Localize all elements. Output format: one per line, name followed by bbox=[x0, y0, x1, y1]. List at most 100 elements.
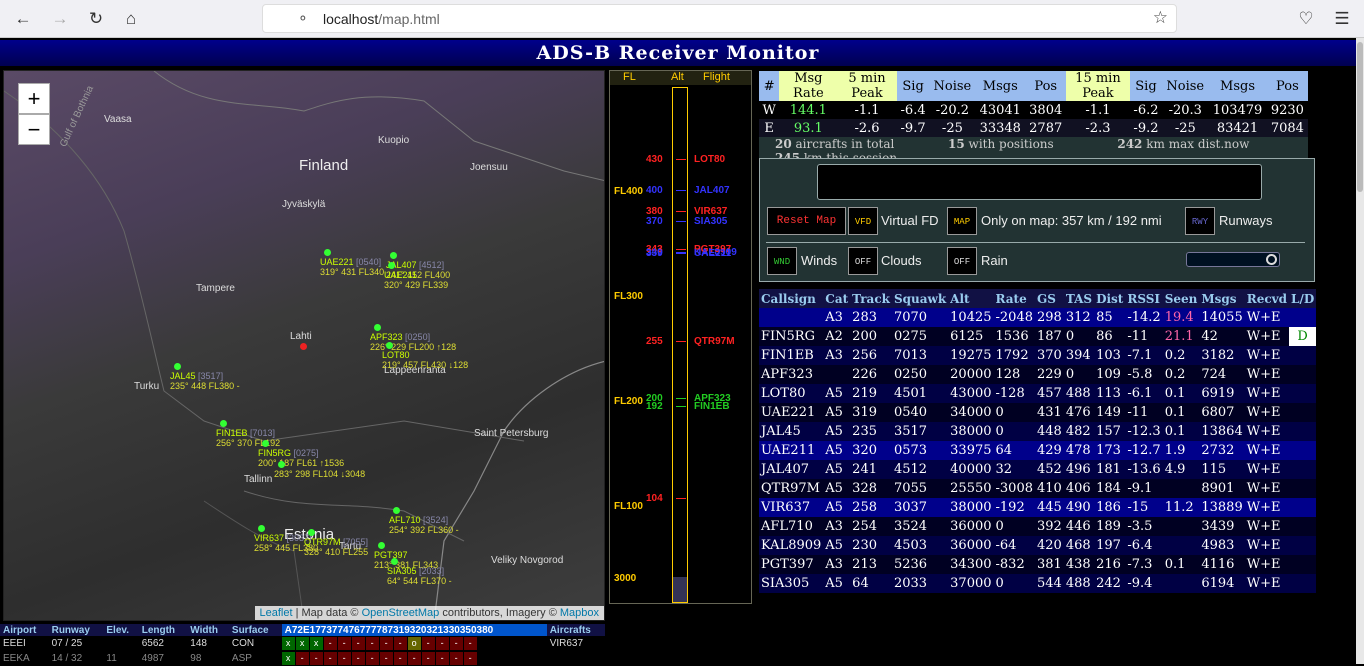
aircraft-marker[interactable] bbox=[174, 363, 181, 370]
aircraft-label[interactable]: FIN5RG [0275] 200° 187 FL61 ↑1536 bbox=[258, 448, 344, 468]
aircraft-label[interactable]: 283° 298 FL104 ↓3048 bbox=[274, 469, 365, 479]
flights-header[interactable]: Cat bbox=[823, 289, 851, 308]
osm-link[interactable]: OpenStreetMap bbox=[362, 607, 440, 619]
aircraft-marker[interactable] bbox=[378, 542, 385, 549]
flight-row[interactable]: FIN5RG A2 200 0275 6125 1536 187 0 86 -11 21.1 42 W+… bbox=[759, 327, 1317, 346]
back-icon[interactable]: ← bbox=[12, 8, 34, 30]
flight-row[interactable]: UAE221 A5 319 0540 34000 0 431 476 149 -11 0.1 6807… bbox=[759, 403, 1317, 422]
flight-cell: 242 bbox=[1094, 574, 1126, 593]
aircraft-label[interactable]: UAE221 [0540] 319° 431 FL340 bbox=[320, 257, 384, 277]
flights-header[interactable]: Rate bbox=[993, 289, 1035, 308]
flight-cell: 370 bbox=[1035, 346, 1064, 365]
flight-row[interactable]: JAL407 A5 241 4512 40000 32 452 496 181 -13.6 4.9 1… bbox=[759, 460, 1317, 479]
flights-header[interactable]: Seen bbox=[1162, 289, 1200, 308]
flights-header[interactable]: Msgs bbox=[1199, 289, 1245, 308]
command-input[interactable] bbox=[817, 164, 1262, 200]
aircraft-marker[interactable] bbox=[220, 420, 227, 427]
airport-row[interactable]: EEEI 07 / 25 6562 148 CON x x x - - - - - - o - - - - VIR63… bbox=[0, 636, 605, 651]
map-icon[interactable]: MAP bbox=[947, 207, 977, 235]
flights-header[interactable]: Recvd bbox=[1244, 289, 1289, 308]
flights-header[interactable]: Callsign bbox=[759, 289, 824, 308]
aircraft-label[interactable]: QTR97M [7055] 328° 410 FL255 bbox=[304, 537, 368, 557]
scrollbar[interactable] bbox=[1356, 38, 1364, 664]
flight-cell: -9.1 bbox=[1125, 479, 1163, 498]
aircraft-squawk: [3524] bbox=[423, 515, 449, 525]
scrollbar-thumb[interactable] bbox=[1357, 42, 1363, 192]
attr-text-2: contributors, Imagery © bbox=[439, 607, 560, 619]
flights-header[interactable]: Track bbox=[850, 289, 892, 308]
rain-toggle[interactable]: OFF bbox=[947, 247, 977, 275]
aircraft-label[interactable]: SIA305 [2033] 64° 544 FL370 - bbox=[387, 566, 452, 586]
aircraft-marker[interactable] bbox=[393, 507, 400, 514]
flight-cell: JAL45 bbox=[759, 422, 824, 441]
clouds-toggle[interactable]: OFF bbox=[848, 247, 878, 275]
city-label: Kuopio bbox=[378, 135, 410, 146]
aircraft-label[interactable]: FIN1EB [7013] 256° 370 FL192 bbox=[216, 428, 280, 448]
flights-header[interactable]: Dist bbox=[1094, 289, 1126, 308]
flights-header[interactable]: GS bbox=[1035, 289, 1064, 308]
aircraft-marker[interactable] bbox=[390, 252, 397, 259]
flight-row[interactable]: KAL8909 A5 230 4503 36000 -64 420 468 197 -6.4 498… bbox=[759, 536, 1317, 555]
zoom-out-button[interactable]: − bbox=[18, 114, 50, 145]
aircraft-marker[interactable] bbox=[324, 249, 331, 256]
aircraft-marker[interactable] bbox=[374, 324, 381, 331]
flight-row[interactable]: JAL45 A5 235 3517 38000 0 448 482 157 -12.3 0.1 138… bbox=[759, 422, 1317, 441]
aircraft-marker[interactable] bbox=[386, 342, 393, 349]
flight-row[interactable]: APF323 226 0250 20000 128 229 0 109 -5.8 0.2 724 W+… bbox=[759, 365, 1317, 384]
zoom-in-button[interactable]: + bbox=[18, 83, 50, 114]
flights-header[interactable]: Alt bbox=[948, 289, 994, 308]
flight-row[interactable]: AFL710 A3 254 3524 36000 0 392 446 189 -3.5 3439 W+… bbox=[759, 517, 1317, 536]
home-icon[interactable]: ⌂ bbox=[120, 8, 142, 30]
aircraft-marker[interactable] bbox=[278, 461, 285, 468]
aircraft-marker[interactable] bbox=[391, 558, 398, 565]
flight-row[interactable]: UAE211 A5 320 0573 33975 64 429 478 173 -12.7 1.9 2… bbox=[759, 441, 1317, 460]
opacity-slider[interactable] bbox=[1186, 252, 1280, 267]
aircraft-label[interactable]: UAE211 320° 429 FL339 bbox=[384, 270, 448, 290]
flight-row[interactable]: PGT397 A3 213 5236 34300 -832 381 438 216 -7.3 0.1… bbox=[759, 555, 1317, 574]
wnd-icon[interactable]: WND bbox=[767, 247, 797, 275]
reset-map-button[interactable]: Reset Map bbox=[767, 207, 846, 235]
flight-row[interactable]: SIA305 A5 64 2033 37000 0 544 488 242 -9.4 6194 W+E bbox=[759, 574, 1317, 593]
stats-cell: -6.4 bbox=[900, 102, 926, 118]
vfd-icon[interactable]: VFD bbox=[848, 207, 878, 235]
forward-icon[interactable]: → bbox=[49, 8, 71, 30]
aircraft-info: 328° 410 FL255 bbox=[304, 547, 369, 557]
aircraft-label[interactable]: JAL45 [3517] 235° 448 FL380 - bbox=[170, 371, 240, 391]
rwy-icon[interactable]: RWY bbox=[1185, 207, 1215, 235]
aircraft-marker[interactable] bbox=[258, 525, 265, 532]
url-bar[interactable]: ⚬ localhost/map.html ☆ bbox=[262, 4, 1177, 33]
summary-maxnow-label: km max dist.now bbox=[1146, 137, 1250, 151]
flights-header[interactable]: Squawk bbox=[891, 289, 949, 308]
flight-cell: 219 bbox=[850, 384, 892, 403]
aircraft-marker[interactable] bbox=[388, 262, 395, 269]
flight-row[interactable]: A3 283 7070 10425 -2048 298 312 85 -14.2 19.4 1405… bbox=[759, 308, 1317, 327]
aircraft-marker[interactable] bbox=[262, 440, 269, 447]
flight-row[interactable]: LOT80 A5 219 4501 43000 -128 457 488 113 -6.1 0.1 6… bbox=[759, 384, 1317, 403]
flight-row[interactable]: FIN1EB A3 256 7013 19275 1792 370 394 103 -7.1 0.2… bbox=[759, 346, 1317, 365]
stats-header: Msgs bbox=[975, 71, 1026, 101]
flight-row[interactable]: VIR637 A5 258 3037 38000 -192 445 490 186 -15 11.2… bbox=[759, 498, 1317, 517]
map[interactable]: + − Finland Vaasa Kuopio Joensuu Jyväskylä Ta… bbox=[3, 70, 605, 621]
flight-cell: 186 bbox=[1094, 498, 1126, 517]
flights-header[interactable]: L/D bbox=[1289, 289, 1317, 308]
bookmark-star-icon[interactable]: ☆ bbox=[1153, 8, 1168, 28]
altitude-entry-value: 370 bbox=[646, 216, 663, 228]
slider-handle[interactable] bbox=[1266, 254, 1277, 265]
reload-icon[interactable]: ↻ bbox=[85, 8, 107, 30]
aircraft-label[interactable]: AFL710 [3524] 254° 392 FL360 - bbox=[389, 515, 459, 535]
flights-header[interactable]: RSSI bbox=[1125, 289, 1163, 308]
aircraft-marker[interactable] bbox=[308, 529, 315, 536]
flight-row[interactable]: QTR97M A5 328 7055 25550 -3008 410 406 184 -9.1 89… bbox=[759, 479, 1317, 498]
menu-icon[interactable]: ☰ bbox=[1331, 8, 1353, 30]
leaflet-link[interactable]: Leaflet bbox=[260, 607, 293, 619]
runway-compat-cell: x bbox=[309, 637, 323, 650]
pocket-icon[interactable]: ♡ bbox=[1295, 8, 1317, 30]
mapbox-link[interactable]: Mapbox bbox=[560, 607, 599, 619]
flight-cell: 19275 bbox=[948, 346, 994, 365]
aircraft-label[interactable]: APF323 [0250] 226° 229 FL200 ↑128 bbox=[370, 332, 456, 352]
aircraft-label[interactable]: LOT80 219° 457 FL430 ↓128 bbox=[382, 350, 468, 370]
flights-header[interactable]: TAS bbox=[1063, 289, 1095, 308]
city-label: Tallinn bbox=[244, 474, 273, 485]
flight-cell: -7.1 bbox=[1125, 346, 1163, 365]
flight-cell: 13889 bbox=[1199, 498, 1245, 517]
